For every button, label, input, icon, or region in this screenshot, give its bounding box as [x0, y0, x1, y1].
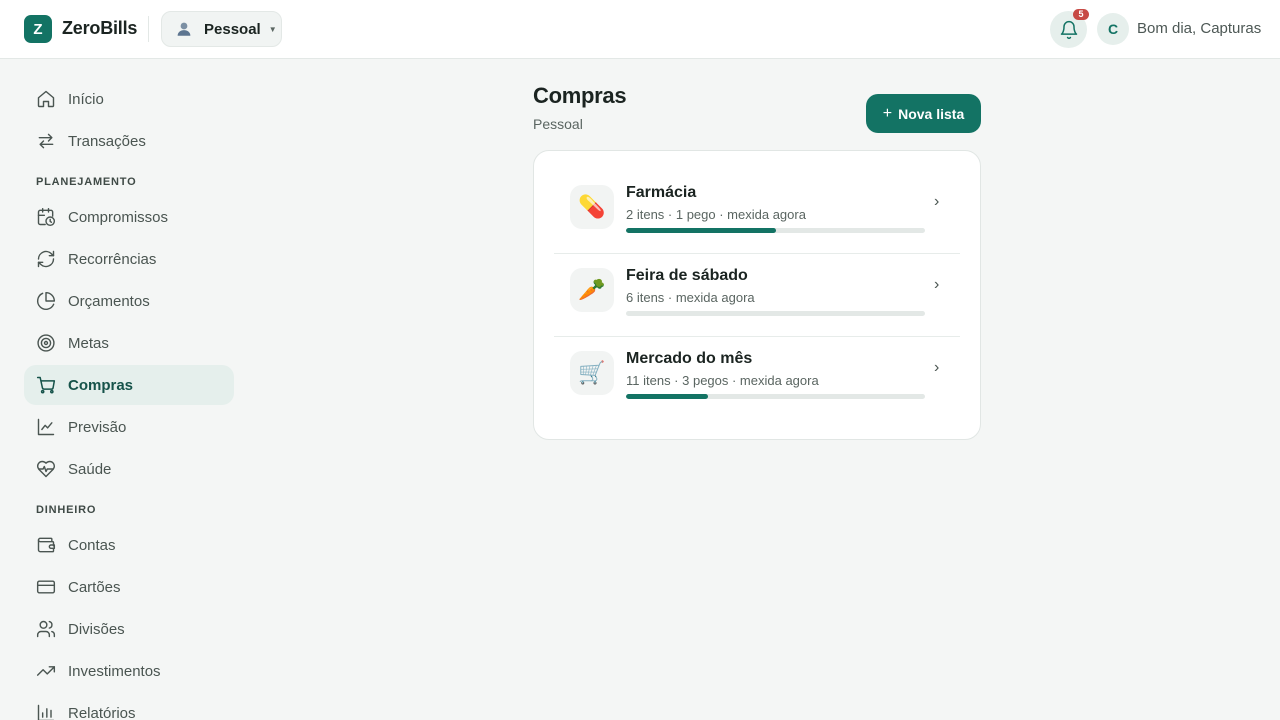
pie-chart-icon — [36, 291, 56, 311]
sidebar-item-investimentos[interactable]: Investimentos — [24, 651, 234, 691]
shopping-lists-card: 💊 Farmácia 2 itens · 1 pego · mexida ago… — [533, 150, 981, 440]
progress-bar — [626, 228, 925, 233]
pill-icon: 💊 — [570, 185, 614, 229]
notifications-badge: 5 — [1073, 9, 1089, 20]
bar-chart-icon — [36, 703, 56, 720]
profile-selector[interactable]: Pessoal ▼ — [161, 11, 282, 47]
users-icon — [36, 619, 56, 639]
sidebar-item-label: Metas — [68, 334, 109, 352]
cart-icon — [36, 375, 56, 395]
wallet-icon — [36, 535, 56, 555]
progress-fill — [626, 228, 776, 233]
sidebar-item-label: Cartões — [68, 578, 121, 596]
greeting-text: Bom dia, Capturas — [1137, 20, 1262, 37]
list-item-meta: 2 itens · 1 pego · mexida agora — [626, 207, 806, 222]
sidebar-item-label: Compras — [68, 376, 134, 394]
page-subtitle: Pessoal — [533, 116, 583, 132]
sidebar-item-transacoes[interactable]: Transações — [24, 121, 234, 161]
line-chart-icon — [36, 417, 56, 437]
sidebar-item-inicio[interactable]: Início — [24, 79, 234, 119]
user-icon — [174, 19, 194, 39]
list-item[interactable]: 🥕 Feira de sábado 6 itens · mexida agora… — [554, 254, 960, 337]
list-item-name: Farmácia — [626, 184, 697, 201]
shopping-cart-emoji-icon: 🛒 — [570, 351, 614, 395]
trending-up-icon — [36, 661, 56, 681]
sidebar-item-label: Transações — [68, 132, 146, 150]
page-title: Compras — [533, 83, 627, 108]
refresh-icon — [36, 249, 56, 269]
sidebar-item-label: Início — [68, 90, 104, 108]
sidebar-item-recorrencias[interactable]: Recorrências — [24, 239, 234, 279]
sidebar-item-label: Recorrências — [68, 250, 157, 268]
sidebar-item-label: Previsão — [68, 418, 127, 436]
sidebar-item-relatorios[interactable]: Relatórios — [24, 693, 234, 720]
sidebar-item-previsao[interactable]: Previsão — [24, 407, 234, 447]
plus-icon: + — [882, 104, 893, 122]
list-item[interactable]: 🛒 Mercado do mês 11 itens · 3 pegos · me… — [554, 337, 960, 420]
list-item[interactable]: 💊 Farmácia 2 itens · 1 pego · mexida ago… — [554, 171, 960, 254]
list-item-meta: 6 itens · mexida agora — [626, 290, 755, 305]
new-list-button-label: Nova lista — [898, 105, 965, 122]
new-list-button[interactable]: + Nova lista — [866, 94, 981, 133]
sidebar-item-label: Relatórios — [68, 704, 136, 720]
sidebar-item-label: Investimentos — [68, 662, 161, 680]
sidebar-item-label: Orçamentos — [68, 292, 150, 310]
progress-bar — [626, 311, 925, 316]
sidebar-item-compras[interactable]: Compras — [24, 365, 234, 405]
sidebar-section-title: PLANEJAMENTO — [36, 176, 137, 188]
progress-fill — [626, 394, 708, 399]
bell-icon — [1060, 20, 1077, 39]
sidebar-item-metas[interactable]: Metas — [24, 323, 234, 363]
profile-selector-label: Pessoal — [204, 20, 261, 38]
logo-mark[interactable]: Z — [24, 15, 52, 43]
sidebar-item-label: Divisões — [68, 620, 125, 638]
transfer-arrows-icon — [36, 131, 56, 151]
chevron-right-icon: › — [934, 276, 940, 293]
sidebar-item-contas[interactable]: Contas — [24, 525, 234, 565]
sidebar-item-orcamentos[interactable]: Orçamentos — [24, 281, 234, 321]
sidebar-item-label: Saúde — [68, 460, 112, 478]
sidebar-item-saude[interactable]: Saúde — [24, 449, 234, 489]
list-item-name: Mercado do mês — [626, 350, 753, 367]
chevron-right-icon: › — [934, 359, 940, 376]
top-bar: Z ZeroBills Pessoal ▼ 5 C Bom dia, Captu… — [0, 0, 1280, 59]
progress-bar — [626, 394, 925, 399]
chevron-down-icon: ▼ — [268, 24, 277, 34]
sidebar-item-label: Contas — [68, 536, 116, 554]
header-divider — [148, 16, 149, 42]
chevron-right-icon: › — [934, 193, 940, 210]
app-name[interactable]: ZeroBills — [62, 18, 137, 39]
sidebar: Início Transações PLANEJAMENTO Compromis… — [0, 59, 260, 720]
target-icon — [36, 333, 56, 353]
sidebar-item-divisoes[interactable]: Divisões — [24, 609, 234, 649]
list-item-meta: 11 itens · 3 pegos · mexida agora — [626, 373, 819, 388]
sidebar-item-compromissos[interactable]: Compromissos — [24, 197, 234, 237]
heart-pulse-icon — [36, 459, 56, 479]
carrot-icon: 🥕 — [570, 268, 614, 312]
sidebar-section-title: DINHEIRO — [36, 504, 97, 516]
sidebar-item-label: Compromissos — [68, 208, 169, 226]
sidebar-item-cartoes[interactable]: Cartões — [24, 567, 234, 607]
home-icon — [36, 89, 56, 109]
credit-card-icon — [36, 577, 56, 597]
list-item-name: Feira de sábado — [626, 267, 748, 284]
avatar[interactable]: C — [1097, 13, 1129, 45]
calendar-clock-icon — [36, 207, 56, 227]
